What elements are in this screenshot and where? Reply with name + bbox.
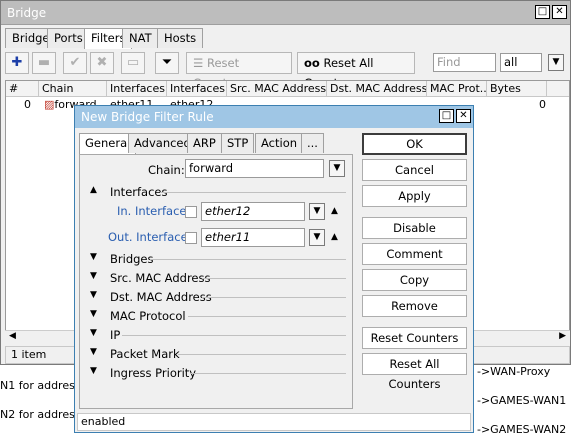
expand-icon: ▼: [90, 309, 97, 319]
col-bytes[interactable]: Bytes: [487, 81, 547, 97]
divider: [150, 259, 346, 260]
tab-action[interactable]: Action: [255, 133, 304, 153]
behind-line-3: ->WAN-Proxy: [477, 365, 551, 378]
expand-icon: ▼: [90, 328, 97, 338]
reset-all-counters-icon: oo: [304, 56, 320, 70]
expand-icon: ▼: [90, 347, 97, 357]
maximize-icon[interactable]: □: [535, 5, 550, 19]
remove-button[interactable]: Remove: [362, 295, 467, 317]
comment-icon[interactable]: ▭: [121, 52, 145, 74]
tab-more[interactable]: ...: [301, 133, 324, 153]
expand-icon: ▼: [90, 271, 97, 281]
col-src-mac[interactable]: Src. MAC Address...: [227, 81, 327, 97]
collapse-icon: ▲: [90, 185, 97, 195]
find-input[interactable]: Find: [433, 53, 496, 72]
reset-counters-dialog-button[interactable]: Reset Counters: [362, 327, 467, 349]
ok-button[interactable]: OK: [362, 133, 467, 155]
filter-icon[interactable]: ⏷: [155, 52, 179, 74]
tab-nat[interactable]: NAT: [122, 28, 159, 48]
reset-all-counters-button[interactable]: oo Reset All Counters: [297, 52, 415, 90]
out-interface-label: Out. Interface:: [108, 230, 192, 244]
in-interface-input[interactable]: ether12: [201, 202, 305, 221]
enable-icon[interactable]: ✔: [63, 52, 87, 74]
chain-label: Chain:: [148, 163, 185, 177]
expand-icon: ▼: [90, 252, 97, 262]
divider: [202, 297, 346, 298]
apply-button[interactable]: Apply: [362, 185, 467, 207]
in-interface-remove-icon[interactable]: ▲: [331, 206, 338, 216]
divider: [122, 335, 346, 336]
col-chain[interactable]: Chain: [39, 81, 107, 97]
filter-select-dropdown-icon[interactable]: ▼: [548, 54, 564, 71]
out-interface-dropdown-icon[interactable]: ▼: [309, 229, 325, 246]
divider: [202, 278, 346, 279]
out-interface-input[interactable]: ether11: [201, 228, 305, 247]
out-interface-remove-icon[interactable]: ▲: [331, 232, 338, 242]
scroll-right-icon[interactable]: ▶: [559, 331, 566, 341]
chain-input[interactable]: forward: [185, 159, 324, 178]
row-number: 0: [24, 98, 31, 111]
tab-hosts[interactable]: Hosts: [157, 28, 204, 48]
new-bridge-filter-rule-dialog: New Bridge Filter Rule □ ✕ General Advan…: [74, 105, 474, 433]
col-out-interface[interactable]: Interfaces...: [167, 81, 227, 97]
rule-icon: ▨: [44, 98, 55, 111]
bridge-window-title: Bridge: [7, 6, 47, 20]
remove-icon[interactable]: ▬: [32, 52, 56, 74]
general-pane: Chain: forward ▼ ▲ Interfaces In. Interf…: [79, 154, 353, 409]
bridge-toolbar: ✚ ▬ ✔ ✖ ▭ ⏷ ☰ Reset Counters oo Reset Al…: [5, 52, 566, 90]
rule-status: enabled: [77, 413, 471, 431]
in-interface-negate-checkbox[interactable]: [185, 206, 197, 218]
behind-line-5: ->GAMES-WAN2: [477, 423, 567, 436]
scroll-left-icon[interactable]: ◀: [9, 331, 16, 341]
col-dst-mac[interactable]: Dst. MAC Address...: [327, 81, 427, 97]
table-header: # Chain Interfaces... Interfaces... Src.…: [6, 81, 569, 97]
disable-button[interactable]: Disable: [362, 217, 467, 239]
divider: [178, 354, 346, 355]
in-interface-label: In. Interface:: [117, 204, 191, 218]
in-interface-dropdown-icon[interactable]: ▼: [309, 203, 325, 220]
divider: [190, 373, 346, 374]
expand-icon: ▼: [90, 290, 97, 300]
col-in-interface[interactable]: Interfaces...: [107, 81, 167, 97]
divider: [188, 316, 346, 317]
col-number[interactable]: #: [6, 81, 39, 97]
add-icon[interactable]: ✚: [5, 52, 29, 74]
dialog-titlebar: New Bridge Filter Rule □ ✕: [75, 106, 473, 128]
dialog-maximize-icon[interactable]: □: [439, 109, 454, 123]
dialog-close-icon[interactable]: ✕: [456, 109, 471, 123]
bridge-titlebar: Bridge □ ✕: [1, 1, 570, 25]
comment-button[interactable]: Comment: [362, 243, 467, 265]
filter-select[interactable]: all: [500, 53, 542, 72]
dialog-title: New Bridge Filter Rule: [81, 110, 214, 124]
copy-button[interactable]: Copy: [362, 269, 467, 291]
chain-dropdown-icon[interactable]: ▼: [329, 160, 345, 177]
out-interface-negate-checkbox[interactable]: [185, 232, 197, 244]
expand-icon: ▼: [90, 366, 97, 376]
row-bytes: 0: [539, 98, 546, 111]
tab-stp[interactable]: STP: [221, 133, 255, 153]
reset-counters-icon: ☰: [193, 56, 207, 70]
tab-arp[interactable]: ARP: [187, 133, 222, 153]
reset-all-counters-dialog-button[interactable]: Reset All Counters: [362, 353, 467, 391]
close-icon[interactable]: ✕: [552, 5, 567, 19]
col-mac-protocol[interactable]: MAC Prot...: [427, 81, 487, 97]
behind-line-4: ->GAMES-WAN1: [477, 394, 567, 407]
reset-counters-button[interactable]: ☰ Reset Counters: [186, 52, 292, 90]
divider: [160, 192, 346, 193]
cancel-button[interactable]: Cancel: [362, 159, 467, 181]
disable-icon[interactable]: ✖: [90, 52, 114, 74]
